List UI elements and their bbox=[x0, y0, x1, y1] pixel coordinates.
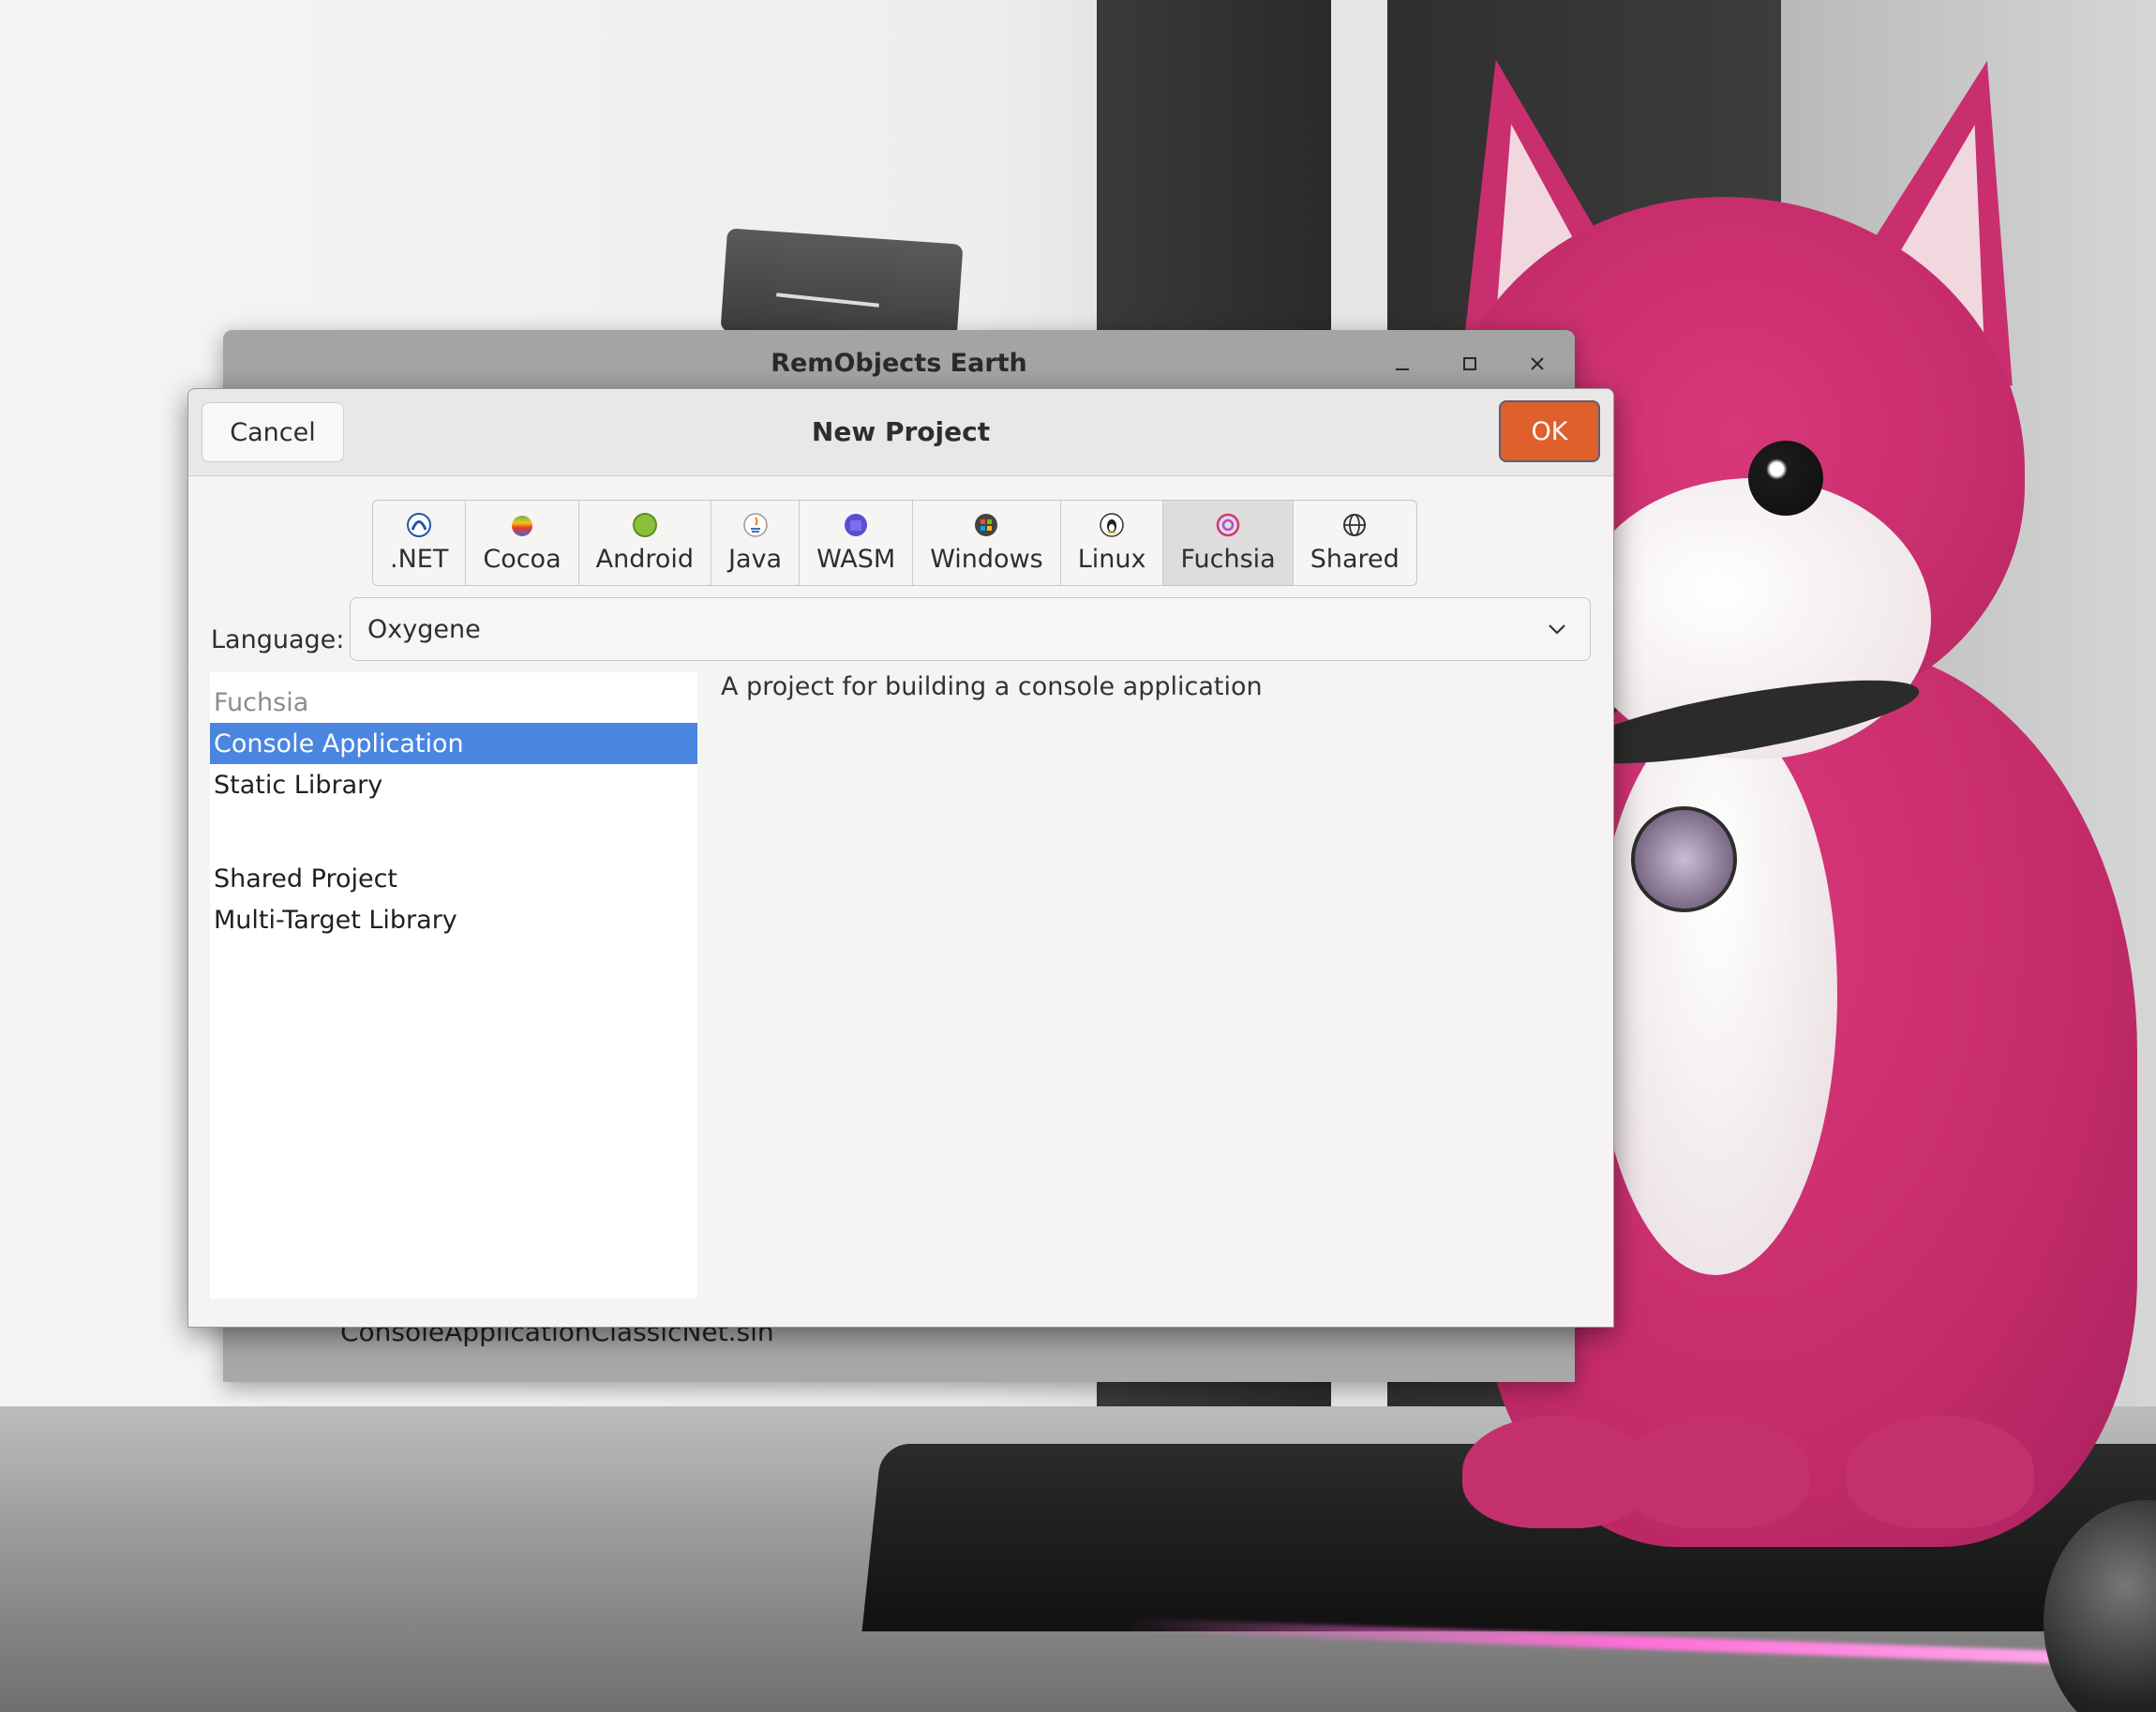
language-dropdown[interactable]: Oxygene bbox=[350, 597, 1591, 661]
tab-linux[interactable]: Linux bbox=[1061, 501, 1164, 585]
minimize-icon[interactable] bbox=[1384, 347, 1421, 381]
close-icon[interactable] bbox=[1519, 347, 1556, 381]
apple-icon bbox=[507, 510, 537, 540]
new-project-dialog: Cancel New Project OK .NET Cocoa Android bbox=[187, 388, 1614, 1328]
android-icon bbox=[630, 510, 660, 540]
tab-label: Java bbox=[728, 545, 783, 574]
tab-label: .NET bbox=[390, 545, 449, 574]
fuchsia-icon bbox=[1213, 510, 1243, 540]
tab-java[interactable]: Java bbox=[711, 501, 801, 585]
dialog-title: New Project bbox=[811, 416, 991, 447]
wasm-icon bbox=[841, 510, 871, 540]
fox-collar-tag bbox=[1631, 806, 1737, 912]
linux-icon bbox=[1097, 510, 1127, 540]
template-console-application[interactable]: Console Application bbox=[210, 723, 697, 764]
maximize-icon[interactable] bbox=[1451, 347, 1489, 381]
window-titlebar[interactable]: RemObjects Earth bbox=[223, 330, 1575, 388]
tab-label: Android bbox=[595, 545, 695, 574]
language-label: Language: bbox=[211, 625, 345, 654]
language-value: Oxygene bbox=[367, 615, 481, 644]
template-group-header: Fuchsia bbox=[214, 687, 309, 717]
template-multi-target-library[interactable]: Multi-Target Library bbox=[210, 899, 697, 940]
window-title: RemObjects Earth bbox=[771, 349, 1027, 378]
tab-windows[interactable]: Windows bbox=[913, 501, 1061, 585]
fox-paw bbox=[1622, 1416, 1809, 1528]
ok-button[interactable]: OK bbox=[1499, 400, 1600, 462]
tab-fuchsia[interactable]: Fuchsia bbox=[1163, 501, 1294, 585]
tab-label: Windows bbox=[930, 545, 1043, 574]
tab-wasm[interactable]: WASM bbox=[800, 501, 914, 585]
dotnet-icon bbox=[404, 510, 434, 540]
template-list: Fuchsia Console Application Static Libra… bbox=[210, 672, 697, 1299]
globe-icon bbox=[1340, 510, 1370, 540]
tab-label: Fuchsia bbox=[1180, 545, 1276, 574]
fox-eye bbox=[1748, 441, 1823, 516]
windows-icon bbox=[971, 510, 1001, 540]
tab-shared[interactable]: Shared bbox=[1294, 501, 1416, 585]
tab-android[interactable]: Android bbox=[579, 501, 712, 585]
fox-chest bbox=[1594, 713, 1837, 1275]
template-static-library[interactable]: Static Library bbox=[210, 764, 697, 805]
dialog-header: Cancel New Project OK bbox=[188, 389, 1613, 476]
java-icon bbox=[741, 510, 771, 540]
tab-label: Linux bbox=[1077, 545, 1146, 574]
tab-cocoa[interactable]: Cocoa bbox=[466, 501, 579, 585]
chevron-down-icon bbox=[1545, 617, 1569, 641]
fox-paw bbox=[1847, 1416, 2034, 1528]
platform-tabs: .NET Cocoa Android Java WASM Windows Lin… bbox=[372, 500, 1417, 586]
template-shared-project[interactable]: Shared Project bbox=[210, 858, 697, 899]
tab-label: Cocoa bbox=[483, 545, 561, 574]
template-description: A project for building a console applica… bbox=[721, 672, 1263, 701]
tab-label: Shared bbox=[1310, 545, 1400, 574]
tab-label: WASM bbox=[816, 545, 896, 574]
tab-dotnet[interactable]: .NET bbox=[373, 501, 467, 585]
